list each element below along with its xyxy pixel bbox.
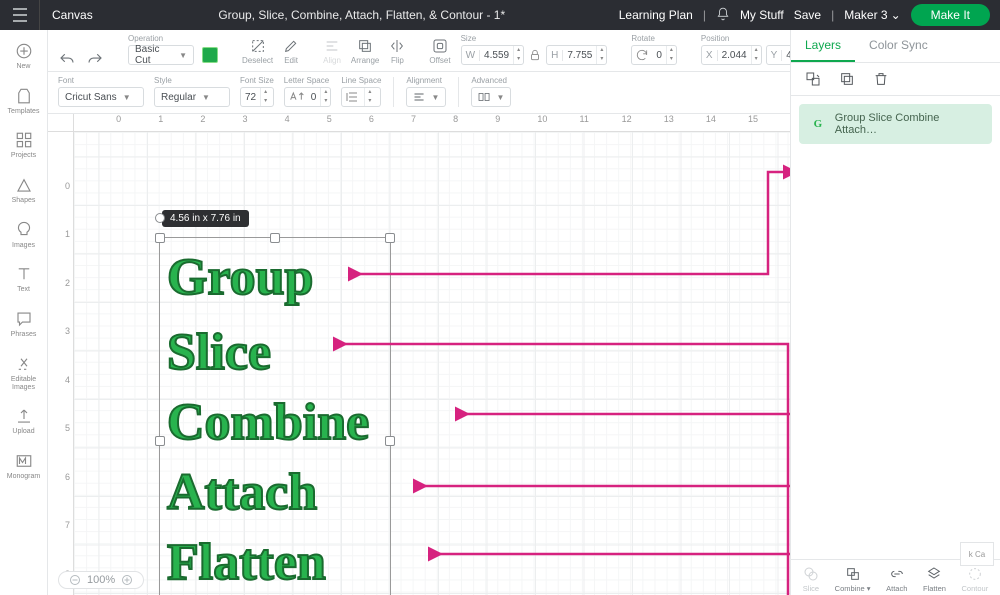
rail-new[interactable]: New (0, 36, 47, 79)
font-label: Font (58, 76, 144, 85)
project-title: Group, Slice, Combine, Attach, Flatten, … (105, 8, 619, 22)
layer-label: Group Slice Combine Attach… (835, 112, 982, 136)
my-stuff-link[interactable]: My Stuff (740, 8, 784, 22)
handle-l[interactable] (155, 436, 165, 446)
group-icon: G (809, 115, 827, 133)
layer-item[interactable]: G Group Slice Combine Attach… (799, 104, 992, 144)
handle-t[interactable] (270, 233, 280, 243)
style-label: Style (154, 76, 230, 85)
font-select[interactable]: Cricut Sans▼ (58, 87, 144, 107)
ruler-horizontal: 0123456789101112131415 (74, 114, 790, 132)
size-w-input[interactable]: W4.559▴▾ (461, 45, 524, 65)
rotate-input[interactable]: 0▴▾ (631, 45, 677, 65)
deselect-button[interactable]: Deselect (242, 38, 273, 65)
canvas-text-combine[interactable]: Combine (167, 397, 369, 449)
letter-label: Letter Space (284, 76, 332, 85)
left-rail: New Templates Projects Shapes Images Tex… (0, 30, 48, 595)
panel-op-attach[interactable]: Attach (886, 566, 907, 593)
color-swatch[interactable] (202, 47, 218, 63)
advanced-select[interactable]: ▼ (471, 87, 511, 107)
rail-projects[interactable]: Projects (0, 125, 47, 168)
pos-x-input[interactable]: X2.044▴▾ (701, 45, 762, 65)
app-name: Canvas (40, 8, 105, 22)
layers-panel: Layers Color Sync G Group Slice Combine … (790, 30, 1000, 595)
rail-shapes[interactable]: Shapes (0, 170, 47, 213)
ruler-vertical: 01234567891011 (48, 132, 74, 595)
tab-layers[interactable]: Layers (791, 30, 855, 62)
rail-images[interactable]: Images (0, 215, 47, 258)
handle-tl[interactable] (155, 233, 165, 243)
rail-phrases[interactable]: Phrases (0, 304, 47, 347)
size-badge: 4.56 in x 7.76 in (162, 210, 249, 227)
operation-select[interactable]: Basic Cut▼ (128, 45, 194, 65)
zoom-control[interactable]: 100% (58, 571, 144, 589)
save-button[interactable]: Save (794, 8, 821, 22)
alignment-select[interactable]: ▼ (406, 87, 446, 107)
rotate-label: Rotate (631, 34, 677, 43)
size-label: Size (461, 34, 608, 43)
undo-button[interactable] (58, 51, 76, 65)
align-button[interactable]: Align (323, 38, 341, 65)
panel-op-combine[interactable]: Combine ▾ (835, 566, 871, 593)
edit-button[interactable]: Edit (283, 38, 299, 65)
rail-templates[interactable]: Templates (0, 81, 47, 124)
panel-op-contour: Contour (962, 566, 989, 593)
arrange-button[interactable]: Arrange (351, 38, 379, 65)
canvas-text-group[interactable]: Group (167, 252, 313, 304)
redo-button[interactable] (86, 51, 104, 65)
top-bar: Canvas Group, Slice, Combine, Attach, Fl… (0, 0, 1000, 30)
group-layers-icon[interactable] (805, 71, 821, 87)
rail-monogram[interactable]: Monogram (0, 446, 47, 489)
line-input[interactable]: ▴▾ (341, 87, 381, 107)
flip-button[interactable]: Flip (389, 38, 405, 65)
blank-canvas-chip[interactable]: k Ca (960, 542, 994, 566)
operation-label: Operation (128, 34, 218, 43)
handle-tr[interactable] (385, 233, 395, 243)
line-label: Line Space (341, 76, 381, 85)
letter-input[interactable]: 0▴▾ (284, 87, 332, 107)
rotate-handle[interactable] (155, 213, 165, 223)
canvas-text-flatten[interactable]: Flatten (167, 537, 326, 589)
menu-button[interactable] (0, 0, 40, 30)
fontsize-label: Font Size (240, 76, 274, 85)
canvas-text-attach[interactable]: Attach (167, 467, 317, 519)
advanced-label: Advanced (471, 76, 511, 85)
handle-r[interactable] (385, 436, 395, 446)
delete-icon[interactable] (873, 71, 889, 87)
duplicate-icon[interactable] (839, 71, 855, 87)
make-it-button[interactable]: Make It (911, 4, 990, 26)
learning-plan-link[interactable]: Learning Plan (619, 8, 693, 22)
rail-editable-images[interactable]: Editable Images (0, 349, 47, 399)
style-select[interactable]: Regular▼ (154, 87, 230, 107)
canvas-text-slice[interactable]: Slice (167, 327, 271, 379)
rail-text[interactable]: Text (0, 259, 47, 302)
size-h-input[interactable]: H7.755▴▾ (546, 45, 607, 65)
rail-upload[interactable]: Upload (0, 401, 47, 444)
panel-op-flatten[interactable]: Flatten (923, 566, 946, 593)
fontsize-input[interactable]: 72▴▾ (240, 87, 274, 107)
edit-toolbar: Operation Basic Cut▼ Deselect Edit Align… (48, 30, 790, 114)
tab-color-sync[interactable]: Color Sync (855, 30, 942, 62)
panel-op-slice: Slice (803, 566, 819, 593)
alignment-label: Alignment (406, 76, 446, 85)
canvas-area[interactable]: 0123456789101112131415 01234567891011 4.… (48, 114, 790, 595)
notifications-icon[interactable] (716, 7, 730, 24)
machine-selector[interactable]: Maker 3⌄ (844, 8, 900, 22)
lock-aspect-icon[interactable] (528, 48, 542, 62)
offset-button[interactable]: Offset (429, 38, 450, 65)
